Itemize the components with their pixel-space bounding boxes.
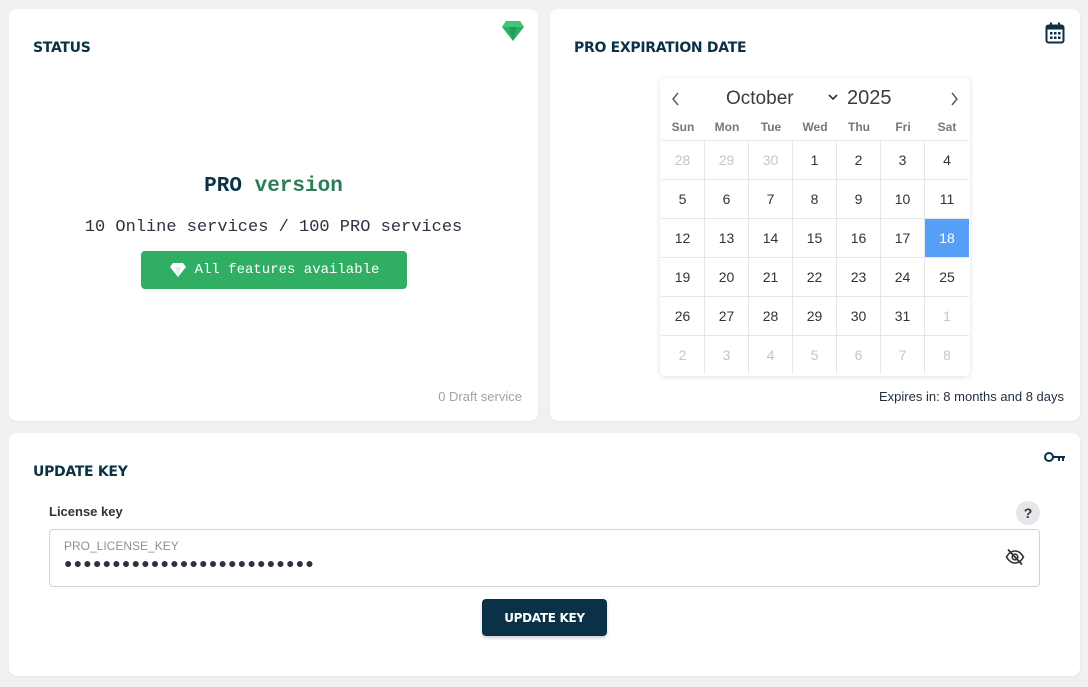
calendar-day[interactable]: 26	[661, 296, 705, 335]
weekday-mon: Mon	[714, 120, 740, 134]
calendar-day[interactable]: 20	[705, 257, 749, 296]
calendar-day[interactable]: 14	[749, 218, 793, 257]
calendar-day[interactable]: 3	[705, 335, 749, 374]
calendar-day[interactable]: 8	[925, 335, 969, 374]
calendar-day[interactable]: 2	[661, 335, 705, 374]
calendar-day[interactable]: 29	[793, 296, 837, 335]
weekday-fri: Fri	[895, 120, 911, 134]
services-count: 10 Online services / 100 PRO services	[84, 218, 463, 237]
calendar-day[interactable]: 16	[837, 218, 881, 257]
version-word: version	[254, 175, 343, 198]
calendar-day[interactable]: 17	[881, 218, 925, 257]
calendar-day[interactable]: 5	[661, 179, 705, 218]
weekday-sun: Sun	[671, 120, 695, 134]
calendar-day[interactable]: 8	[793, 179, 837, 218]
calendar-header: October 2025	[660, 78, 970, 118]
expires-in-text: Expires in: 8 months and 8 days	[879, 389, 1064, 404]
calendar-day[interactable]: 29	[705, 140, 749, 179]
calendar-day[interactable]: 23	[837, 257, 881, 296]
calendar-day[interactable]: 13	[705, 218, 749, 257]
chevron-right-icon[interactable]	[948, 92, 960, 106]
calendar-day[interactable]: 7	[881, 335, 925, 374]
calendar-day[interactable]: 28	[661, 140, 705, 179]
calendar-day[interactable]: 27	[705, 296, 749, 335]
draft-count: 0 Draft service	[438, 389, 522, 404]
calendar-day[interactable]: 24	[881, 257, 925, 296]
license-key-value[interactable]: ●●●●●●●●●●●●●●●●●●●●●●●●●●	[64, 555, 315, 571]
status-card: STATUS PRO version 10 Online services / …	[9, 9, 538, 421]
month-select[interactable]: October	[726, 88, 794, 110]
weekday-tue: Tue	[760, 120, 782, 134]
update-key-title: UPDATE KEY	[33, 464, 128, 480]
calendar-day[interactable]: 10	[881, 179, 925, 218]
weekday-row: Sun Mon Tue Wed Thu Fri Sat	[661, 118, 970, 140]
chevron-left-icon[interactable]	[670, 92, 682, 106]
weekday-sat: Sat	[937, 120, 957, 134]
license-key-field[interactable]: PRO_LICENSE_KEY ●●●●●●●●●●●●●●●●●●●●●●●●…	[49, 529, 1040, 587]
features-label: All features available	[194, 262, 380, 278]
calendar-days: 28 29 30 1 2 3 4 5 6 7 8 9 10 11 12 13 14 15 16 17 18 19 20 21 2…	[661, 140, 970, 374]
pro-version-heading: PRO version	[9, 175, 538, 198]
calendar-day[interactable]: 3	[881, 140, 925, 179]
calendar-day[interactable]: 31	[881, 296, 925, 335]
calendar-day[interactable]: 9	[837, 179, 881, 218]
features-badge: All features available	[141, 251, 407, 289]
calendar-day[interactable]: 19	[661, 257, 705, 296]
update-key-card: UPDATE KEY License key ? PRO_LICENSE_KEY…	[9, 433, 1080, 676]
calendar-day[interactable]: 18	[925, 218, 969, 257]
update-key-button[interactable]: UPDATE KEY	[482, 599, 607, 636]
eye-slash-icon[interactable]	[1005, 548, 1025, 566]
calendar-day[interactable]: 25	[925, 257, 969, 296]
expiry-card: PRO EXPIRATION DATE October 2025 Sun Mon T…	[550, 9, 1080, 421]
calendar-day[interactable]: 1	[925, 296, 969, 335]
calendar-day[interactable]: 2	[837, 140, 881, 179]
calendar-day[interactable]: 6	[837, 335, 881, 374]
calendar-day[interactable]: 1	[793, 140, 837, 179]
calendar-day[interactable]: 4	[925, 140, 969, 179]
diamond-icon	[169, 263, 186, 277]
diamond-icon	[502, 21, 524, 41]
year-input[interactable]: 2025	[847, 87, 892, 110]
calendar-day[interactable]: 30	[837, 296, 881, 335]
calendar-day[interactable]: 11	[925, 179, 969, 218]
date-picker: October 2025 Sun Mon Tue Wed Thu Fri Sat 28 29 3…	[660, 78, 970, 376]
calendar-day[interactable]: 12	[661, 218, 705, 257]
license-key-label: License key	[49, 504, 123, 519]
calendar-day[interactable]: 21	[749, 257, 793, 296]
calendar-day[interactable]: 7	[749, 179, 793, 218]
calendar-day[interactable]: 28	[749, 296, 793, 335]
status-title: STATUS	[33, 40, 91, 56]
calendar-day[interactable]: 15	[793, 218, 837, 257]
weekday-thu: Thu	[848, 120, 870, 134]
expiry-title: PRO EXPIRATION DATE	[574, 40, 747, 56]
chevron-down-icon[interactable]	[828, 93, 838, 101]
calendar-day[interactable]: 4	[749, 335, 793, 374]
calendar-day[interactable]: 30	[749, 140, 793, 179]
calendar-icon	[1045, 22, 1065, 44]
license-key-placeholder: PRO_LICENSE_KEY	[64, 539, 179, 553]
calendar-day[interactable]: 6	[705, 179, 749, 218]
pro-word: PRO	[204, 175, 242, 198]
calendar-day[interactable]: 5	[793, 335, 837, 374]
weekday-wed: Wed	[802, 120, 828, 134]
calendar-day[interactable]: 22	[793, 257, 837, 296]
key-icon	[1044, 452, 1065, 462]
help-icon[interactable]: ?	[1016, 501, 1040, 525]
